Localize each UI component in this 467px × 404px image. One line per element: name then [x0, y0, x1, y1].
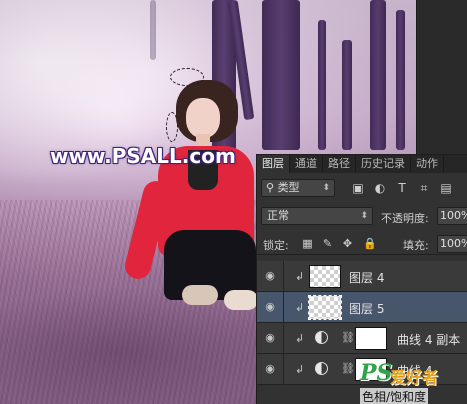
lock-row: 锁定: ▦ ✎ ✥ 🔒 填充: 100% — [257, 233, 467, 255]
clipping-arrow-icon: ↲ — [295, 301, 305, 314]
sketch-stroke — [170, 68, 204, 86]
logo-brand: 爱好者 — [390, 368, 439, 387]
logo-subtitle: 色相/饱和度 — [360, 388, 429, 404]
tab-layers[interactable]: 图层 — [257, 155, 290, 173]
tab-actions[interactable]: 动作 — [411, 155, 444, 173]
search-icon: ⚲ — [266, 181, 278, 194]
sketch-stroke — [166, 112, 178, 142]
curves-adjustment-icon — [315, 331, 328, 344]
layer-name[interactable]: 图层 5 — [349, 300, 384, 317]
chain-link-icon[interactable]: ⛓ — [341, 331, 355, 344]
image-filter-icon[interactable]: ▣ — [351, 181, 365, 195]
eye-icon[interactable]: ◉ — [263, 332, 277, 344]
eye-icon[interactable]: ◉ — [263, 301, 277, 313]
filter-row: ⚲ 类型 ⬍ ▣ ◐ T ⌗ ▤ — [257, 177, 467, 199]
updown-caret-icon: ⬍ — [360, 211, 368, 221]
layer-row[interactable]: ◉ ↲ ⛓ 曲线 4 副本 — [257, 323, 467, 354]
chain-link-icon[interactable]: ⛓ — [341, 362, 355, 375]
curves-adjustment-icon — [315, 362, 328, 375]
layer-mask-thumbnail[interactable] — [355, 327, 387, 350]
divider — [283, 354, 284, 385]
layer-thumbnail[interactable] — [308, 295, 342, 320]
lock-move-icon[interactable]: ✥ — [341, 237, 354, 250]
layer-row[interactable]: ◉ ↲ 图层 5 — [257, 292, 467, 323]
clipping-arrow-icon: ↲ — [295, 332, 305, 345]
smart-object-filter-icon[interactable]: ▤ — [439, 181, 453, 195]
workspace-background — [416, 0, 467, 154]
tab-channels[interactable]: 通道 — [290, 155, 323, 173]
blend-row: 正常 ⬍ 不透明度: 100% — [257, 205, 467, 227]
fill-label: 填充: — [403, 239, 429, 252]
tab-paths[interactable]: 路径 — [323, 155, 356, 173]
updown-caret-icon: ⬍ — [322, 183, 330, 193]
divider — [283, 292, 284, 323]
layer-thumbnail[interactable] — [309, 265, 341, 288]
panel-tabs: 图层 通道 路径 历史记录 动作 — [257, 155, 467, 173]
girl-figure — [122, 80, 260, 320]
blend-mode-select[interactable]: 正常 ⬍ — [261, 207, 373, 225]
kind-select-label: 类型 — [277, 181, 300, 194]
eye-icon[interactable]: ◉ — [263, 363, 277, 375]
layer-name[interactable]: 曲线 4 副本 — [397, 331, 460, 348]
text-filter-icon[interactable]: T — [395, 181, 409, 195]
site-logo: PS 爱好者 色相/饱和度 — [358, 360, 467, 404]
divider — [283, 323, 284, 354]
divider — [283, 261, 284, 292]
tab-history[interactable]: 历史记录 — [356, 155, 411, 173]
lock-paint-icon[interactable]: ✎ — [321, 237, 334, 250]
lock-all-icon[interactable]: 🔒 — [363, 237, 377, 250]
layer-name[interactable]: 图层 4 — [349, 269, 384, 286]
opacity-label: 不透明度: — [381, 212, 429, 225]
clipping-arrow-icon: ↲ — [295, 363, 305, 376]
shoe — [182, 285, 218, 305]
logo-mark: PS — [360, 360, 393, 386]
opacity-input[interactable]: 100% — [437, 207, 467, 225]
layer-row[interactable]: ◉ ↲ 图层 4 — [257, 261, 467, 292]
adjustment-filter-icon[interactable]: ◐ — [373, 181, 387, 195]
lock-transparency-icon[interactable]: ▦ — [301, 237, 314, 250]
shape-filter-icon[interactable]: ⌗ — [417, 181, 431, 195]
blend-mode-value: 正常 — [267, 209, 289, 222]
layer-kind-select[interactable]: ⚲ 类型 ⬍ — [261, 179, 335, 197]
shoe — [224, 290, 258, 310]
eye-icon[interactable]: ◉ — [263, 270, 277, 282]
face — [186, 98, 220, 138]
fill-input[interactable]: 100% — [437, 235, 467, 253]
lock-label: 锁定: — [263, 239, 289, 252]
clipping-arrow-icon: ↲ — [295, 270, 305, 283]
watermark-text: www.PSALL.com — [50, 144, 236, 168]
